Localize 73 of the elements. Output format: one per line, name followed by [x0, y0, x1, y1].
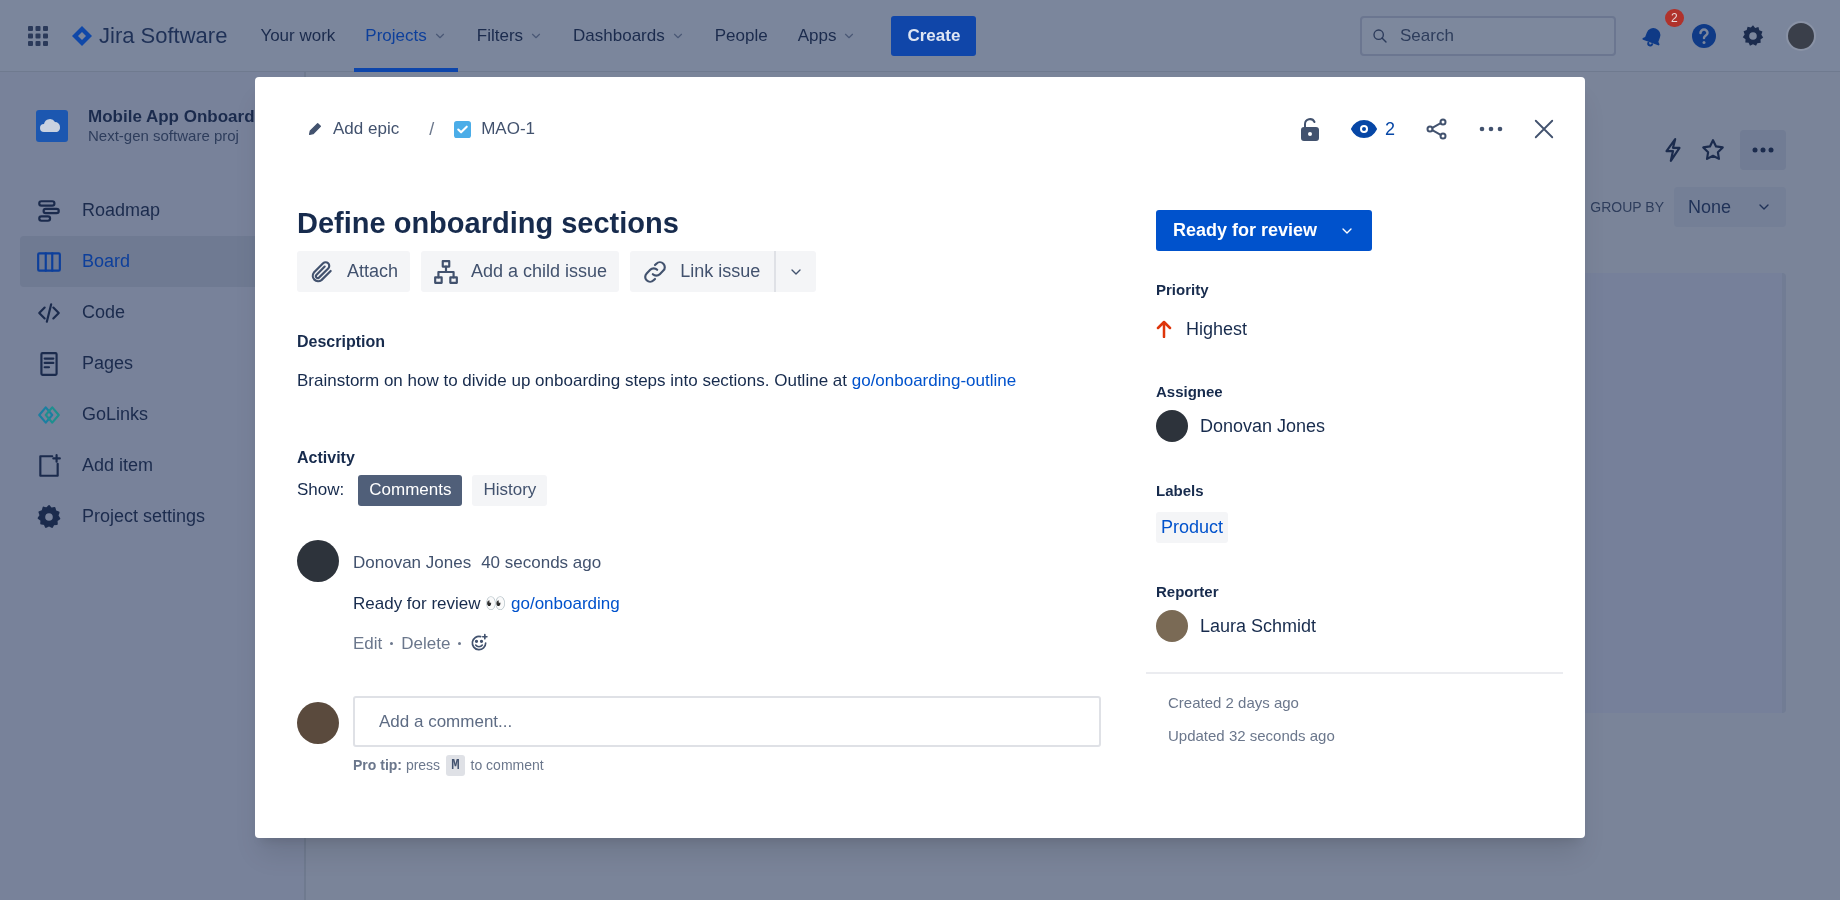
field-value[interactable]: Donovan Jones: [1200, 412, 1326, 440]
avatar[interactable]: [1786, 20, 1816, 51]
group-by-label: GROUP BY: [1590, 197, 1664, 217]
diamond-logo-icon: [71, 24, 93, 47]
comment-text: Ready for review 👀 go/onboarding: [353, 593, 620, 615]
breadcrumb-separator: /: [429, 117, 435, 141]
keyboard-key: M: [446, 755, 465, 776]
field-label: Priority: [1156, 280, 1210, 300]
nav-tab[interactable]: Filters: [465, 0, 555, 72]
issue-key-link[interactable]: MAO-1: [454, 116, 536, 142]
field-value[interactable]: Highest: [1186, 315, 1248, 343]
create-button[interactable]: Create: [891, 15, 977, 56]
label-tag[interactable]: Product: [1156, 511, 1229, 543]
pencil-icon: [307, 121, 323, 137]
eye-icon: [1351, 119, 1377, 139]
comment-action-link[interactable]: Delete: [401, 630, 451, 656]
smiley-add-icon[interactable]: [469, 633, 490, 654]
chain-link-icon: [642, 258, 669, 285]
filter-tab[interactable]: History: [472, 474, 548, 506]
nav-tab[interactable]: Apps: [786, 0, 868, 72]
product-name[interactable]: Jira Software: [99, 19, 228, 52]
cloud-logo-icon: [36, 110, 68, 142]
nav-tab[interactable]: People: [703, 0, 779, 72]
status-dropdown[interactable]: Ready for review: [1156, 210, 1372, 251]
link[interactable]: go/onboarding-outline: [851, 371, 1017, 390]
action-button[interactable]: Link issue: [630, 251, 775, 292]
paperclip-icon: [309, 258, 335, 285]
section-heading: Activity: [297, 447, 356, 468]
comment-input[interactable]: Add a comment...: [353, 696, 1101, 747]
filter-tab[interactable]: Comments: [358, 474, 463, 506]
created-time: Created 2 days ago: [1168, 693, 1300, 713]
comment-author[interactable]: Donovan Jones: [353, 549, 472, 575]
more-icon[interactable]: [1479, 125, 1503, 133]
up-arrow-icon: [1156, 320, 1172, 338]
nav-tab[interactable]: Your work: [249, 0, 347, 72]
field-label: Labels: [1156, 481, 1205, 501]
notification-badge: 2: [1665, 8, 1684, 27]
watchers-button[interactable]: 2: [1351, 115, 1395, 143]
close-icon[interactable]: [1533, 118, 1555, 140]
field-label: Assignee: [1156, 381, 1224, 402]
project-name: Mobile App Onboard: [88, 107, 255, 127]
unlocked-padlock-icon[interactable]: [1299, 117, 1321, 141]
add-item-icon: [36, 452, 62, 479]
field-label: Reporter: [1156, 581, 1220, 602]
pro-tip-text: to comment: [470, 756, 544, 775]
link[interactable]: go/onboarding: [511, 594, 620, 613]
avatar: [297, 539, 339, 582]
roadmap-icon: [36, 197, 62, 224]
more-icon[interactable]: [1740, 130, 1786, 170]
updated-time: Updated 32 seconds ago: [1168, 725, 1336, 746]
add-epic-button[interactable]: Add epic: [297, 116, 410, 142]
help-icon[interactable]: [1690, 21, 1718, 50]
avatar: [297, 702, 339, 744]
hierarchy-icon: [433, 258, 460, 285]
show-label: Show:: [297, 479, 345, 502]
comment-action-link[interactable]: Edit: [353, 630, 383, 656]
action-button[interactable]: Attach: [297, 251, 411, 292]
search-field[interactable]: Search: [1360, 15, 1616, 56]
pro-tip-text: Pro tip: press: [353, 756, 441, 775]
settings-icon: [36, 503, 62, 530]
avatar: [1156, 610, 1188, 642]
search-icon: [1372, 27, 1388, 44]
app-grid-icon[interactable]: [27, 24, 49, 47]
action-button[interactable]: Add a child issue: [421, 251, 620, 292]
project-type: Next-gen software proj: [88, 127, 240, 145]
field-value[interactable]: Laura Schmidt: [1200, 612, 1317, 640]
share-icon[interactable]: [1425, 117, 1449, 141]
nav-tab[interactable]: Dashboards: [562, 0, 696, 72]
checkbox-icon: [454, 120, 472, 138]
comment-time: 40 seconds ago: [481, 551, 602, 574]
section-heading: Description: [297, 332, 386, 352]
avatar: [1156, 410, 1188, 442]
star-icon[interactable]: [1700, 137, 1726, 163]
